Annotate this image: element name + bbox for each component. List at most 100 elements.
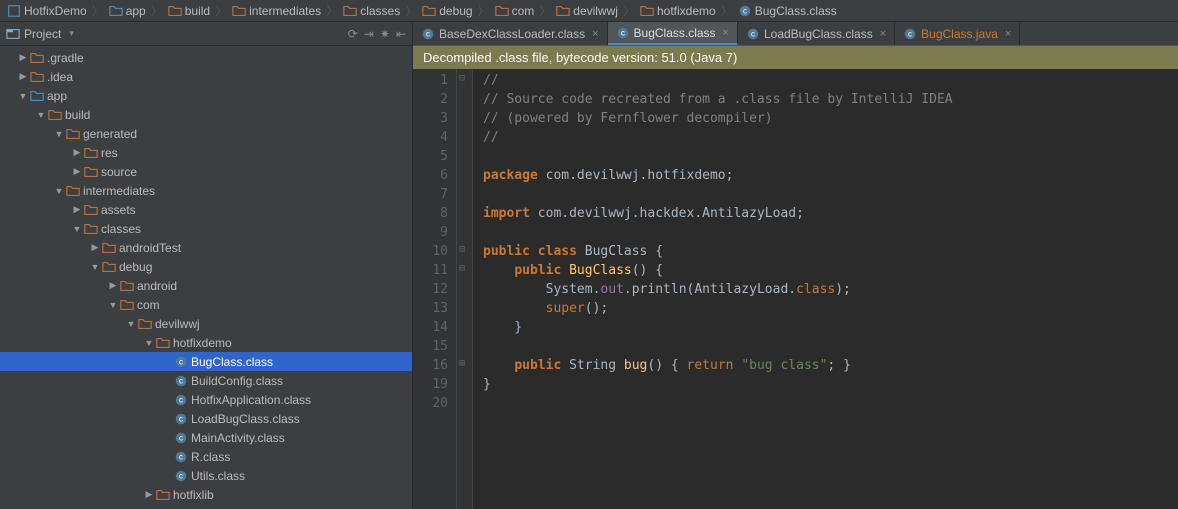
expand-arrow-icon[interactable]: ▼ bbox=[72, 224, 82, 234]
breadcrumb-item[interactable]: intermediates bbox=[229, 4, 324, 18]
fold-column[interactable]: ⊟ ⊟ ⊟ ⊞ bbox=[457, 69, 473, 509]
close-icon[interactable]: × bbox=[1005, 28, 1011, 40]
tree-node[interactable]: cHotfixApplication.class bbox=[0, 390, 412, 409]
code-id: System. bbox=[546, 282, 601, 297]
tree-node[interactable]: ▶ assets bbox=[0, 200, 412, 219]
class-icon: c bbox=[174, 393, 188, 407]
expand-arrow-icon[interactable]: ▶ bbox=[108, 280, 118, 291]
close-icon[interactable]: × bbox=[880, 28, 886, 40]
tree-node[interactable]: cMainActivity.class bbox=[0, 428, 412, 447]
folder-icon bbox=[102, 241, 116, 255]
tree-node[interactable]: ▼ com bbox=[0, 295, 412, 314]
code-punc: ); bbox=[835, 282, 851, 297]
class-icon: c bbox=[174, 355, 188, 369]
breadcrumb-item[interactable]: devilwwj bbox=[553, 4, 621, 18]
tree-node-label: generated bbox=[83, 127, 137, 141]
breadcrumb-item[interactable]: hotfixdemo bbox=[637, 4, 719, 18]
breadcrumb-item[interactable]: build bbox=[165, 4, 213, 18]
tree-node[interactable]: ▼devilwwj bbox=[0, 314, 412, 333]
tree-node[interactable]: cUtils.class bbox=[0, 466, 412, 485]
breadcrumb-item[interactable]: HotfixDemo bbox=[4, 4, 90, 18]
folder-icon bbox=[495, 4, 509, 18]
expand-arrow-icon[interactable]: ▼ bbox=[36, 110, 46, 120]
tree-node[interactable]: cR.class bbox=[0, 447, 412, 466]
fold-marker-icon[interactable]: ⊟ bbox=[459, 69, 465, 88]
breadcrumb-item[interactable]: com bbox=[492, 4, 538, 18]
tree-node[interactable]: ▶.gradle bbox=[0, 48, 412, 67]
hide-icon[interactable]: ⇤ bbox=[396, 27, 406, 41]
close-icon[interactable]: × bbox=[723, 27, 729, 39]
code-kw: public bbox=[514, 358, 569, 373]
fold-marker-icon[interactable]: ⊟ bbox=[459, 240, 465, 259]
java-icon: c bbox=[903, 27, 917, 41]
folder-icon bbox=[556, 4, 570, 18]
module-icon bbox=[109, 4, 123, 18]
expand-arrow-icon[interactable]: ▶ bbox=[18, 71, 28, 82]
code-line: // (powered by Fernflower decompiler) bbox=[483, 111, 773, 126]
editor-tab[interactable]: c BugClass.java × bbox=[895, 22, 1020, 45]
breadcrumb-item[interactable]: cBugClass.class bbox=[735, 4, 840, 18]
project-tree[interactable]: ▶.gradle▶.idea▼app▼build▼generated▶res▶s… bbox=[0, 46, 412, 506]
folder-icon bbox=[84, 203, 98, 217]
tree-node[interactable]: ▶androidTest bbox=[0, 238, 412, 257]
tree-node[interactable]: cBugClass.class bbox=[0, 352, 412, 371]
code-kw: public bbox=[514, 263, 569, 278]
breadcrumb-sep: 〉 bbox=[478, 2, 490, 19]
expand-arrow-icon[interactable]: ▶ bbox=[72, 147, 82, 158]
tree-node[interactable]: ▶ android bbox=[0, 276, 412, 295]
tree-node-label: assets bbox=[101, 203, 136, 217]
expand-arrow-icon[interactable]: ▶ bbox=[18, 52, 28, 63]
tree-node[interactable]: cLoadBugClass.class bbox=[0, 409, 412, 428]
editor-tab[interactable]: cBugClass.class× bbox=[608, 22, 738, 45]
tree-node[interactable]: ▼ intermediates bbox=[0, 181, 412, 200]
expand-arrow-icon[interactable]: ▼ bbox=[90, 262, 100, 272]
breadcrumb-item[interactable]: classes bbox=[340, 4, 403, 18]
project-icon bbox=[7, 4, 21, 18]
expand-arrow-icon[interactable]: ▼ bbox=[54, 129, 64, 139]
tree-node[interactable]: ▼ generated bbox=[0, 124, 412, 143]
tree-node[interactable]: ▶.idea bbox=[0, 67, 412, 86]
fold-marker-icon[interactable]: ⊞ bbox=[459, 354, 465, 373]
tree-node[interactable]: ▶res bbox=[0, 143, 412, 162]
gear-icon[interactable]: ✷ bbox=[380, 27, 390, 41]
dropdown-icon[interactable]: ▾ bbox=[69, 28, 74, 39]
tree-node[interactable]: cBuildConfig.class bbox=[0, 371, 412, 390]
tree-node[interactable]: ▼app bbox=[0, 86, 412, 105]
expand-arrow-icon[interactable]: ▼ bbox=[126, 319, 136, 329]
expand-arrow-icon[interactable]: ▶ bbox=[72, 166, 82, 177]
code-content[interactable]: // // Source code recreated from a .clas… bbox=[473, 69, 1178, 509]
breadcrumb-item[interactable]: debug bbox=[419, 4, 475, 18]
expand-arrow-icon[interactable]: ▼ bbox=[54, 186, 64, 196]
tree-node[interactable]: ▼debug bbox=[0, 257, 412, 276]
expand-arrow-icon[interactable]: ▼ bbox=[108, 300, 118, 310]
editor-tab[interactable]: cLoadBugClass.class× bbox=[738, 22, 895, 45]
tree-node-label: intermediates bbox=[83, 184, 155, 198]
tree-node[interactable]: ▼classes bbox=[0, 219, 412, 238]
folder-icon bbox=[120, 279, 134, 293]
tree-node-label: hotfixdemo bbox=[173, 336, 232, 350]
line-number: 16 bbox=[413, 356, 448, 375]
tree-node[interactable]: ▼ hotfixdemo bbox=[0, 333, 412, 352]
tree-node-label: android bbox=[137, 279, 177, 293]
tab-label: BugClass.java bbox=[921, 27, 998, 41]
expand-arrow-icon[interactable]: ▼ bbox=[18, 91, 28, 101]
line-number: 4 bbox=[413, 128, 448, 147]
line-number: 2 bbox=[413, 90, 448, 109]
tree-node[interactable]: ▶hotfixlib bbox=[0, 485, 412, 504]
tree-node[interactable]: ▼build bbox=[0, 105, 412, 124]
svg-text:c: c bbox=[751, 29, 755, 38]
tree-node-label: com bbox=[137, 298, 160, 312]
expand-arrow-icon[interactable]: ▶ bbox=[144, 489, 154, 500]
code-kw: super bbox=[546, 301, 585, 316]
fold-marker-icon[interactable]: ⊟ bbox=[459, 259, 465, 278]
class-icon: c bbox=[738, 4, 752, 18]
expand-arrow-icon[interactable]: ▶ bbox=[72, 204, 82, 215]
tree-node[interactable]: ▶source bbox=[0, 162, 412, 181]
expand-arrow-icon[interactable]: ▼ bbox=[144, 338, 154, 348]
sync-icon[interactable]: ⟳ bbox=[348, 27, 358, 41]
collapse-icon[interactable]: ⇥ bbox=[364, 27, 374, 41]
close-icon[interactable]: × bbox=[592, 28, 598, 40]
breadcrumb-item[interactable]: app bbox=[106, 4, 149, 18]
editor-tab[interactable]: cBaseDexClassLoader.class× bbox=[413, 22, 608, 45]
expand-arrow-icon[interactable]: ▶ bbox=[90, 242, 100, 253]
